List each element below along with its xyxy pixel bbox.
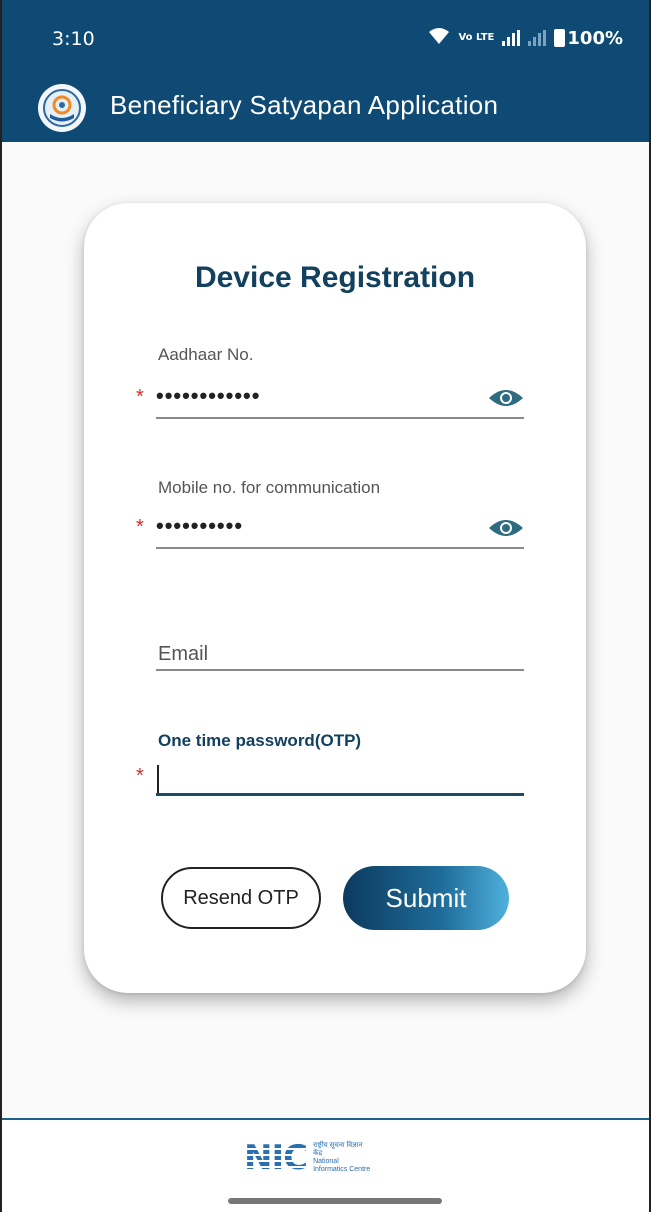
battery-icon <box>554 29 566 47</box>
mobile-required-marker: * <box>136 516 144 538</box>
nic-logo-english: National Informatics Centre <box>313 1158 371 1173</box>
status-indicators: Vo LTE 100% <box>428 26 623 50</box>
eye-icon[interactable] <box>488 516 524 540</box>
signal-weak-icon <box>528 30 547 46</box>
signal-icon <box>502 30 521 46</box>
mobile-underline <box>156 547 524 549</box>
otp-label: One time password(OTP) <box>158 731 362 750</box>
registration-card: Device Registration Aadhaar No. * ••••••… <box>84 203 586 993</box>
nic-logo-mark: NIC <box>244 1138 308 1178</box>
status-time: 3:10 <box>52 28 95 50</box>
mobile-label: Mobile no. for communication <box>158 478 381 497</box>
nic-logo: NIC राष्ट्रीय सूचना विज्ञान केंद्र Natio… <box>244 1138 373 1178</box>
mobile-input[interactable]: •••••••••• <box>156 513 243 539</box>
aadhaar-required-marker: * <box>136 386 144 408</box>
app-title: Beneficiary Satyapan Application <box>110 90 499 120</box>
email-underline <box>156 669 524 671</box>
aadhaar-input[interactable]: •••••••••••• <box>156 383 260 409</box>
eye-icon[interactable] <box>488 386 524 410</box>
nic-logo-text: राष्ट्रीय सूचना विज्ञान केंद्र National … <box>313 1142 373 1174</box>
status-bar: 3:10 Vo LTE 100% <box>2 0 649 80</box>
submit-button[interactable]: Submit <box>343 866 509 930</box>
nic-logo-hindi: राष्ट्रीय सूचना विज्ञान केंद्र <box>313 1142 363 1157</box>
resend-otp-button[interactable]: Resend OTP <box>161 867 321 929</box>
volte-icon: Vo LTE <box>458 32 495 43</box>
app-bar: Beneficiary Satyapan Application <box>2 80 649 142</box>
home-indicator[interactable] <box>228 1198 442 1204</box>
otp-underline <box>156 793 524 796</box>
aadhaar-label: Aadhaar No. <box>158 345 254 364</box>
otp-required-marker: * <box>136 765 144 787</box>
aadhaar-underline <box>156 417 524 419</box>
otp-input[interactable] <box>157 765 159 795</box>
battery-level: 100% <box>567 27 623 49</box>
app-logo-icon <box>38 84 86 132</box>
wifi-icon <box>428 26 450 50</box>
email-input[interactable]: Email <box>158 643 208 666</box>
form-title: Device Registration <box>194 261 476 294</box>
